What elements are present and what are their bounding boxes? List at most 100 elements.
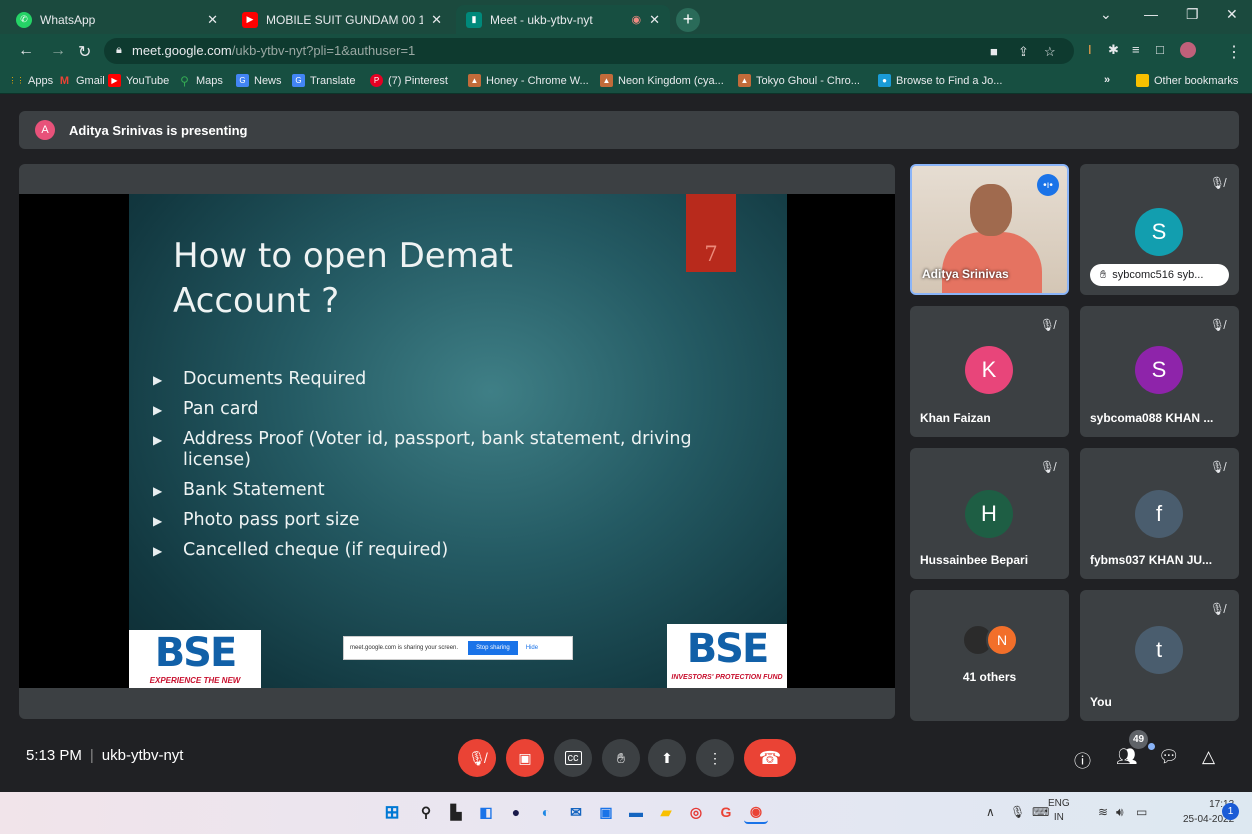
- profile-avatar[interactable]: [1180, 42, 1196, 58]
- bookmark-maps[interactable]: ⚲ Maps: [178, 74, 223, 88]
- edge-icon[interactable]: ◐: [534, 800, 558, 824]
- raise-hand-button[interactable]: ✋︎: [602, 739, 640, 777]
- news-icon: G: [236, 74, 249, 87]
- file-explorer-icon[interactable]: ▰: [654, 800, 678, 824]
- store-icon[interactable]: ▣: [594, 800, 618, 824]
- close-tab-icon[interactable]: ✕: [431, 12, 442, 28]
- camera-icon[interactable]: ■: [990, 44, 998, 59]
- meeting-details-button[interactable]: ⓘ: [1074, 747, 1091, 772]
- slide-number: 7: [686, 194, 736, 272]
- bullet-item: Cancelled cheque (if required): [153, 540, 753, 562]
- side-panel-icon[interactable]: □: [1156, 42, 1164, 57]
- reading-list-icon[interactable]: ≡: [1132, 42, 1140, 57]
- menu-icon[interactable]: ⋮: [1226, 42, 1242, 62]
- microphone-icon[interactable]: 🎙︎: [1010, 805, 1025, 819]
- tab-search-icon[interactable]: ⌄: [1100, 6, 1112, 23]
- forward-icon[interactable]: →: [50, 42, 66, 60]
- activities-icon: △: [1202, 747, 1216, 766]
- chat-button[interactable]: 💬︎: [1158, 747, 1180, 767]
- bookmark-neon-kingdom[interactable]: ▲ Neon Kingdom (cya...: [600, 74, 724, 87]
- hang-up-icon: ☎︎: [758, 747, 782, 768]
- tray-overflow-icon[interactable]: ∧: [986, 805, 995, 819]
- share-icon[interactable]: ⇪: [1018, 44, 1029, 60]
- language-indicator[interactable]: ENG IN: [1048, 797, 1070, 825]
- bookmark-apps[interactable]: ⋮⋮ Apps: [9, 74, 54, 87]
- google-icon[interactable]: G: [714, 800, 738, 824]
- extensions-puzzle-icon[interactable]: ✱: [1108, 42, 1119, 58]
- mic-off-icon: 🎙︎̸: [1039, 318, 1055, 332]
- avatar: H: [965, 490, 1013, 538]
- close-tab-icon[interactable]: ✕: [649, 12, 660, 28]
- raised-hand-pill: ✋︎ sybcomc516 syb...: [1090, 264, 1229, 286]
- notification-badge[interactable]: 1: [1222, 803, 1239, 820]
- close-tab-icon[interactable]: ✕: [207, 12, 218, 28]
- meet-icon: ▮: [466, 11, 482, 28]
- pinterest-icon: P: [370, 74, 383, 87]
- restore-icon[interactable]: ❐: [1186, 6, 1199, 23]
- bookmark-browse-job[interactable]: ● Browse to Find a Jo...: [878, 74, 1002, 87]
- new-tab-button[interactable]: +: [676, 8, 700, 32]
- volume-icon[interactable]: 🔊︎: [1116, 805, 1124, 820]
- chrome-icon[interactable]: ◉: [744, 800, 768, 824]
- start-button[interactable]: ⊞: [380, 800, 404, 824]
- participant-tile-aditya[interactable]: •ı• Aditya Srinivas: [910, 164, 1069, 295]
- captions-button[interactable]: cc: [554, 739, 592, 777]
- tab-meet[interactable]: ▮ Meet - ukb-ytbv-nyt ◉ ✕: [456, 5, 670, 34]
- search-icon[interactable]: ⚲: [414, 800, 438, 824]
- present-button[interactable]: ⬆: [648, 739, 686, 777]
- hide-button[interactable]: Hide: [526, 645, 538, 651]
- participant-tile[interactable]: 🎙︎̸ S sybcoma088 KHAN ...: [1080, 306, 1239, 437]
- close-window-icon[interactable]: ✕: [1226, 6, 1238, 23]
- app-icon[interactable]: ◎: [684, 800, 708, 824]
- mic-toggle-button[interactable]: 🎙︎̸: [458, 739, 496, 777]
- camera-toggle-button[interactable]: ▣: [506, 739, 544, 777]
- minimize-icon[interactable]: —: [1144, 6, 1158, 22]
- translate-icon: G: [292, 74, 305, 87]
- extension-icon[interactable]: I: [1088, 42, 1092, 57]
- mail-icon[interactable]: ✉: [564, 800, 588, 824]
- bookmark-news[interactable]: G News: [236, 74, 282, 87]
- hand-icon: ✋︎: [1100, 268, 1107, 281]
- bookmarks-overflow[interactable]: »: [1104, 74, 1110, 86]
- more-options-button[interactable]: ⋮: [696, 739, 734, 777]
- back-icon[interactable]: ←: [18, 42, 34, 60]
- participant-tile[interactable]: 🎙︎̸ H Hussainbee Bepari: [910, 448, 1069, 579]
- presentation-stage[interactable]: 7 How to open Demat Account ? Documents …: [19, 164, 895, 719]
- store-icon: ▲: [468, 74, 481, 87]
- battery-icon[interactable]: ▭: [1136, 805, 1147, 819]
- stop-sharing-button[interactable]: Stop sharing: [468, 641, 518, 655]
- people-count-badge: 49: [1129, 730, 1148, 749]
- wifi-icon[interactable]: ≋: [1098, 805, 1108, 819]
- address-bar[interactable]: 🔒︎ meet.google.com/ukb-ytbv-nyt?pli=1&au…: [104, 38, 1074, 64]
- tab-whatsapp[interactable]: ✆ WhatsApp ✕: [6, 5, 228, 34]
- bse-logo-left: BSE EXPERIENCE THE NEW: [129, 630, 261, 688]
- mic-off-icon: 🎙︎̸: [468, 749, 486, 766]
- chat-app-icon[interactable]: ●: [504, 800, 528, 824]
- bookmark-youtube[interactable]: ▶ YouTube: [108, 74, 169, 87]
- participant-tile[interactable]: 🎙︎̸ K Khan Faizan: [910, 306, 1069, 437]
- activities-button[interactable]: △: [1202, 747, 1215, 767]
- store-icon: ▲: [600, 74, 613, 87]
- bookmark-tokyo-ghoul[interactable]: ▲ Tokyo Ghoul - Chro...: [738, 74, 860, 87]
- keyboard-icon[interactable]: ⌨: [1032, 805, 1049, 819]
- leave-call-button[interactable]: ☎︎: [744, 739, 796, 777]
- participant-tile-self[interactable]: 🎙︎̸ t You: [1080, 590, 1239, 721]
- people-button[interactable]: 👥︎: [1116, 747, 1138, 767]
- photos-icon[interactable]: ▬: [624, 800, 648, 824]
- bookmark-pinterest[interactable]: P (7) Pinterest: [370, 74, 448, 87]
- slide: 7 How to open Demat Account ? Documents …: [129, 194, 787, 688]
- tab-youtube[interactable]: ▶ MOBILE SUIT GUNDAM 00 1st se ✕: [232, 5, 452, 34]
- participant-tile-others[interactable]: N 41 others: [910, 590, 1069, 721]
- participant-tile[interactable]: 🎙︎̸ f fybms037 KHAN JU...: [1080, 448, 1239, 579]
- widgets-icon[interactable]: ◧: [474, 800, 498, 824]
- avatar: A: [35, 120, 55, 140]
- other-bookmarks[interactable]: Other bookmarks: [1136, 74, 1238, 87]
- folder-icon: [1136, 74, 1149, 87]
- bookmark-translate[interactable]: G Translate: [292, 74, 355, 87]
- task-view-icon[interactable]: ▙: [444, 800, 468, 824]
- bookmark-star-icon[interactable]: ☆: [1044, 44, 1056, 60]
- reload-icon[interactable]: ↻: [78, 42, 91, 62]
- bookmark-honey[interactable]: ▲ Honey - Chrome W...: [468, 74, 589, 87]
- bookmark-gmail[interactable]: M Gmail: [58, 74, 105, 87]
- participant-tile[interactable]: 🎙︎̸ S ✋︎ sybcomc516 syb...: [1080, 164, 1239, 295]
